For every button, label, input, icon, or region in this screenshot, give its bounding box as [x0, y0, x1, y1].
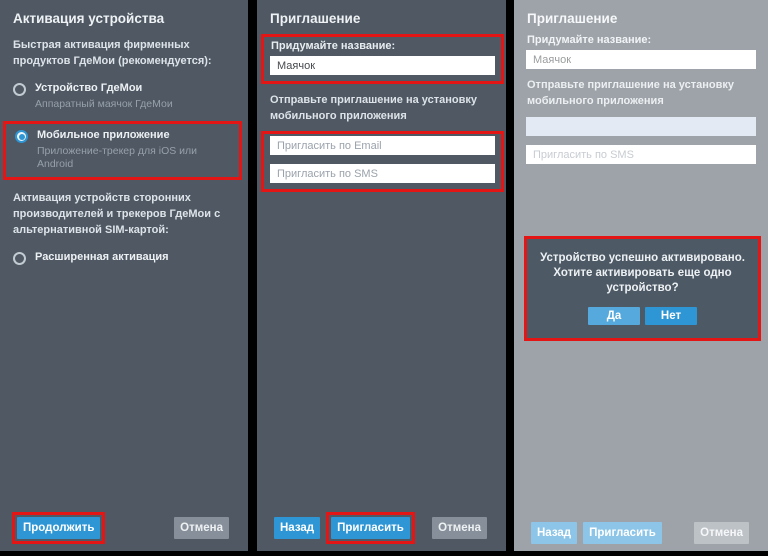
page-title: Активация устройства	[13, 11, 236, 27]
page-title: Приглашение	[270, 11, 494, 27]
footer-left-group: Назад Пригласить	[274, 512, 415, 544]
cancel-button[interactable]: Отмена	[174, 517, 229, 539]
invite-sms-input[interactable]	[270, 164, 495, 183]
panel2-footer: Назад Пригласить Отмена	[269, 512, 487, 544]
radio-selected-icon[interactable]	[15, 130, 28, 143]
radio-option-extended-texts: Расширенная активация	[35, 251, 169, 264]
device-name-input[interactable]	[270, 56, 495, 75]
success-line2: Хотите активировать еще одно устройство?	[553, 267, 731, 294]
yes-button[interactable]: Да	[588, 307, 640, 325]
panel-invitation-dimmed: Приглашение Придумайте название: Отправь…	[514, 0, 768, 551]
invite-email-input[interactable]	[270, 136, 495, 155]
radio-unselected-icon[interactable]	[13, 83, 26, 96]
radio-option-extended[interactable]: Расширенная активация	[13, 251, 235, 265]
success-dialog: Устройство успешно активировано. Хотите …	[527, 239, 758, 338]
invite-button[interactable]: Пригласить	[331, 517, 410, 539]
dialog-buttons: Да Нет	[535, 307, 750, 325]
radio-option-mobile-app[interactable]: Мобильное приложение Приложение-трекер д…	[15, 129, 231, 170]
success-line1: Устройство успешно активировано.	[540, 252, 745, 264]
activation-section2-text: Активация устройств сторонних производит…	[13, 191, 235, 238]
annotation-box-invite-fields	[261, 131, 504, 192]
radio-option-desc: Приложение-трекер для iOS или Android	[37, 145, 231, 170]
back-button[interactable]: Назад	[274, 517, 320, 539]
activation-intro-text: Быстрая активация фирменных продуктов Гд…	[13, 38, 235, 69]
success-dialog-message: Устройство успешно активировано. Хотите …	[535, 251, 750, 296]
annotation-box-success-dialog: Устройство успешно активировано. Хотите …	[524, 236, 761, 341]
radio-option-label: Расширенная активация	[35, 251, 169, 264]
continue-button[interactable]: Продолжить	[17, 517, 100, 539]
annotation-box-invite-button: Пригласить	[326, 512, 415, 544]
activation-wizard-screenshot: Активация устройства Быстрая активация ф…	[0, 0, 768, 556]
radio-option-mobile-texts: Мобильное приложение Приложение-трекер д…	[37, 129, 231, 170]
radio-option-label: Устройство ГдеМои	[35, 82, 173, 95]
annotation-box-name-field: Придумайте название:	[261, 34, 504, 84]
radio-option-desc: Аппаратный маячок ГдеМои	[35, 98, 173, 111]
panel1-footer: Продолжить Отмена	[12, 512, 229, 544]
panel-invitation: Приглашение Придумайте название: Отправь…	[257, 0, 506, 551]
radio-option-device[interactable]: Устройство ГдеМои Аппаратный маячок ГдеМ…	[13, 82, 235, 111]
cancel-button[interactable]: Отмена	[432, 517, 487, 539]
radio-unselected-icon[interactable]	[13, 252, 26, 265]
panel-activation: Активация устройства Быстрая активация ф…	[0, 0, 248, 551]
no-button[interactable]: Нет	[645, 307, 697, 325]
annotation-box-mobile-app: Мобильное приложение Приложение-трекер д…	[3, 121, 242, 180]
send-invitation-text: Отправьте приглашение на установку мобил…	[270, 93, 493, 124]
radio-option-device-texts: Устройство ГдеМои Аппаратный маячок ГдеМ…	[35, 82, 173, 111]
radio-option-label: Мобильное приложение	[37, 129, 231, 142]
annotation-box-continue: Продолжить	[12, 512, 105, 544]
name-field-label: Придумайте название:	[271, 40, 495, 52]
